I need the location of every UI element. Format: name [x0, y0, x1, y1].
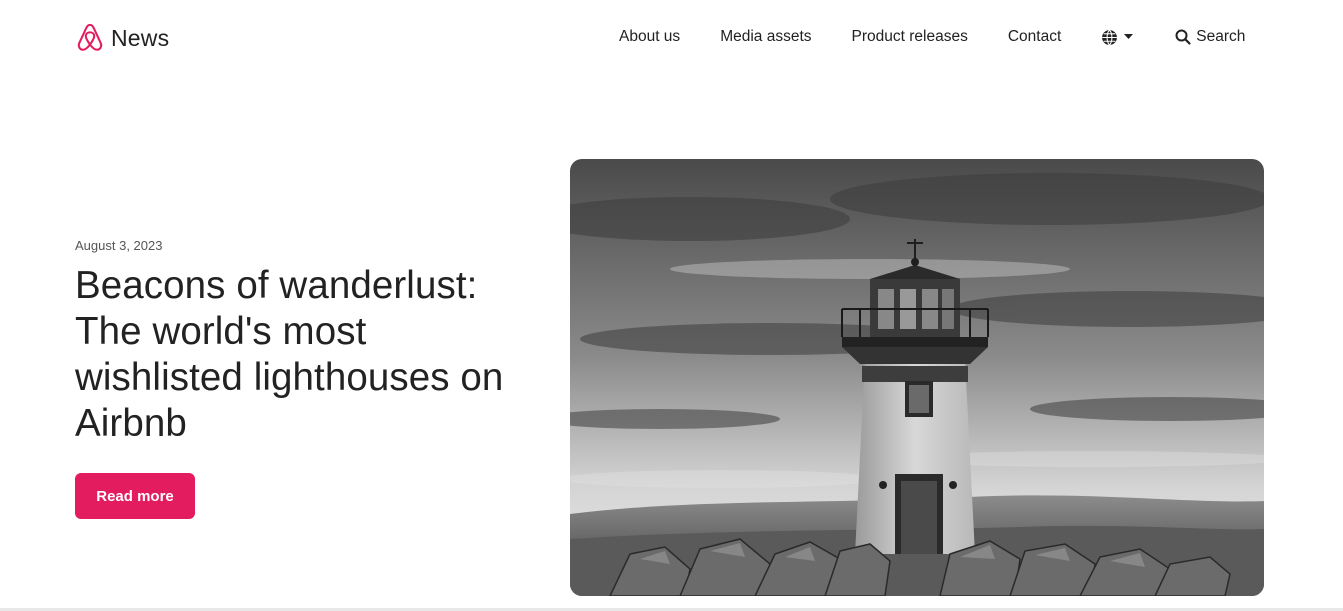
- brand-name: News: [111, 24, 170, 51]
- caret-down-icon: [1124, 34, 1134, 39]
- nav-product-releases[interactable]: Product releases: [852, 28, 968, 46]
- airbnb-logo-icon: [77, 23, 103, 51]
- site-header: News About us Media assets Product relea…: [0, 0, 1343, 80]
- brand-logo-link[interactable]: News: [75, 22, 169, 54]
- search-label: Search: [1196, 28, 1246, 45]
- nav-media-assets[interactable]: Media assets: [720, 28, 811, 46]
- main-nav: About us Media assets Product releases C…: [619, 28, 1245, 46]
- read-more-button[interactable]: Read more: [75, 473, 195, 519]
- article-title: Beacons of wanderlust: The world's most …: [75, 264, 504, 445]
- hero-image: [570, 159, 1264, 596]
- hero-text: August 3, 2023 Beacons of wanderlust: Th…: [75, 238, 545, 447]
- article-date: August 3, 2023: [75, 238, 163, 253]
- search-icon: [1175, 29, 1191, 45]
- search-link[interactable]: Search: [1175, 28, 1245, 46]
- language-selector[interactable]: [1101, 29, 1134, 46]
- nav-about-us[interactable]: About us: [619, 28, 680, 46]
- lighthouse-photo: [570, 159, 1264, 596]
- globe-icon: [1102, 29, 1118, 45]
- nav-contact[interactable]: Contact: [1008, 28, 1061, 46]
